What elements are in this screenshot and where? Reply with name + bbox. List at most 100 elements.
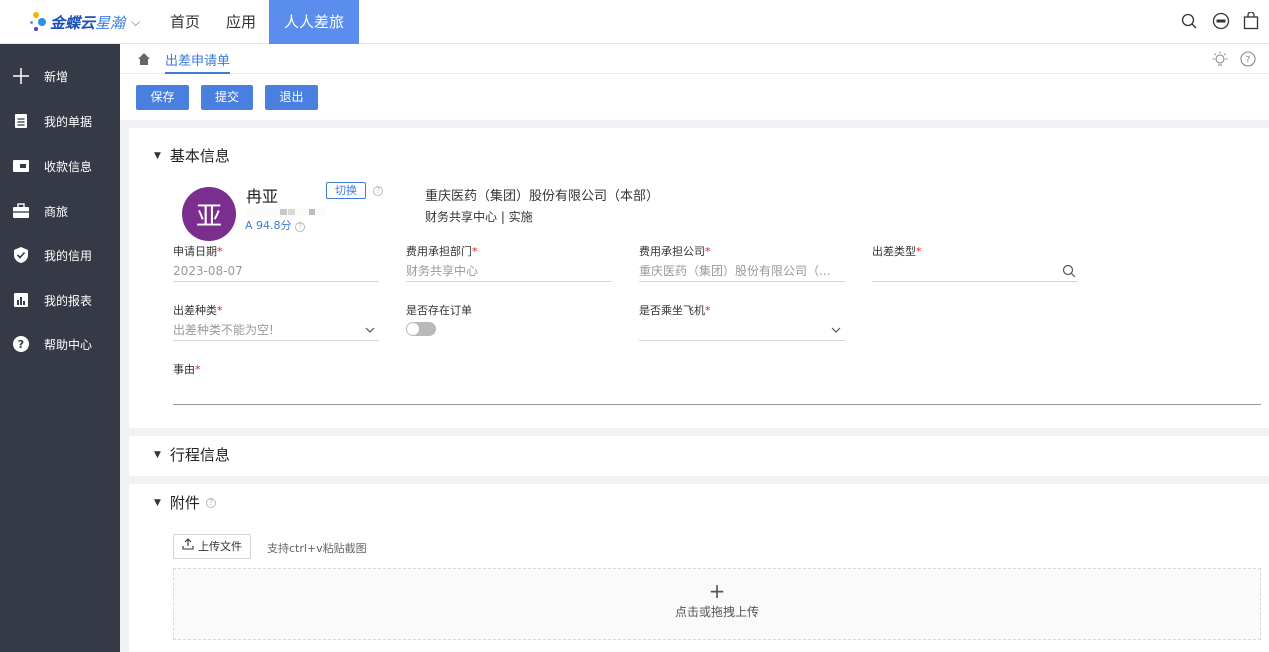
search-icon[interactable] <box>1181 12 1197 30</box>
sidebar-item-label: 商旅 <box>44 204 69 219</box>
svg-text:?: ? <box>1246 56 1251 66</box>
lightbulb-icon[interactable] <box>1212 51 1228 70</box>
basic-info-header[interactable]: ▼ 基本信息 <box>154 145 230 166</box>
nav-home[interactable]: 首页 <box>157 0 213 44</box>
sidebar-item-help-center[interactable]: ? 帮助中心 <box>0 329 120 359</box>
sidebar-item-new[interactable]: 新增 <box>0 61 120 91</box>
question-icon[interactable]: ? <box>205 497 216 508</box>
required-mark: * <box>705 245 711 258</box>
question-icon[interactable]: ? <box>373 186 383 196</box>
sidebar-item-payment-info[interactable]: 收款信息 <box>0 151 120 181</box>
apply-date-input[interactable]: 2023-08-07 <box>173 262 379 282</box>
top-actions <box>1181 11 1259 30</box>
itinerary-header[interactable]: ▼ 行程信息 <box>154 444 230 465</box>
required-mark: * <box>472 245 478 258</box>
has-order-toggle[interactable] <box>406 322 436 336</box>
field-label: 出差种类 <box>173 304 217 317</box>
sidebar-item-my-reports[interactable]: 我的报表 <box>0 285 120 315</box>
submit-button[interactable]: 提交 <box>201 85 253 110</box>
sidebar-item-label: 我的信用 <box>44 248 93 263</box>
basic-info-section: ▼ 基本信息 亚 冉亚 A 94.8分 ? 切换 ? 重庆医药（集团）股份有限公… <box>129 128 1269 428</box>
upload-icon <box>182 535 194 558</box>
required-mark: * <box>916 245 922 258</box>
field-label: 事由 <box>173 363 195 376</box>
required-mark: * <box>705 304 711 317</box>
by-plane-select[interactable] <box>639 321 845 341</box>
search-icon[interactable] <box>1062 264 1076 278</box>
apply-date-field: 申请日期* 2023-08-07 <box>173 243 379 282</box>
reason-field: 事由* <box>173 361 1261 405</box>
sidebar-item-label: 我的报表 <box>44 293 93 308</box>
upload-file-button[interactable]: 上传文件 <box>173 534 251 559</box>
sidebar-item-my-credit[interactable]: 我的信用 <box>0 240 120 270</box>
top-bar: 金蝶云 星瀚 ⌵ 首页 应用 人人差旅 <box>0 0 1269 44</box>
upload-file-label: 上传文件 <box>198 540 242 553</box>
cost-dept-field: 费用承担部门* 财务共享中心 <box>406 243 612 282</box>
trip-kind-error: 出差种类不能为空! <box>173 323 274 337</box>
breadcrumb-current-tab[interactable]: 出差申请单 <box>165 50 231 74</box>
wallet-icon <box>11 156 31 176</box>
trip-kind-field: 出差种类* 出差种类不能为空! <box>173 302 379 341</box>
attachments-section: ▼ 附件 ? 上传文件 支持ctrl+v粘贴截图 + 点击或拖拽上传 <box>129 484 1269 652</box>
field-label: 费用承担部门 <box>406 245 472 258</box>
bag-icon[interactable] <box>1243 11 1259 30</box>
required-mark: * <box>195 363 201 376</box>
svg-text:?: ? <box>18 338 24 351</box>
exit-button[interactable]: 退出 <box>265 85 318 110</box>
cost-company-field: 费用承担公司* 重庆医药（集团）股份有限公司（... <box>639 243 845 282</box>
help-icon: ? <box>11 334 31 354</box>
upload-hint: 支持ctrl+v粘贴截图 <box>267 542 367 555</box>
field-label: 出差类型 <box>872 245 916 258</box>
sidebar-item-label: 收款信息 <box>44 159 93 174</box>
toolbar: 保存 提交 退出 <box>120 74 1269 120</box>
cost-dept-input[interactable]: 财务共享中心 <box>406 262 612 282</box>
question-icon[interactable]: ? <box>295 222 306 232</box>
shield-check-icon <box>11 245 31 265</box>
credit-score: A 94.8分 ? <box>245 217 306 233</box>
briefcase-icon <box>11 201 31 221</box>
sidebar-item-label: 我的单据 <box>44 114 93 129</box>
trip-kind-select[interactable]: 出差种类不能为空! <box>173 321 379 341</box>
message-icon[interactable] <box>1212 12 1230 30</box>
sidebar-item-label: 新增 <box>44 69 69 84</box>
save-button[interactable]: 保存 <box>136 85 189 110</box>
chevron-down-icon <box>363 323 377 337</box>
collapse-triangle-icon: ▼ <box>154 497 161 508</box>
home-icon[interactable] <box>137 52 151 66</box>
field-label: 是否乘坐飞机 <box>639 304 705 317</box>
brand-name: 金蝶云 <box>50 13 96 32</box>
cost-company-input[interactable]: 重庆医药（集团）股份有限公司（... <box>639 262 845 282</box>
required-mark: * <box>217 245 223 258</box>
has-order-field: 是否存在订单 <box>406 302 612 336</box>
sidebar-item-my-docs[interactable]: 我的单据 <box>0 106 120 136</box>
chevron-down-icon[interactable]: ⌵ <box>131 15 140 30</box>
sidebar-item-label: 帮助中心 <box>44 337 93 352</box>
document-icon <box>11 111 31 131</box>
plus-icon: + <box>708 579 726 603</box>
brand-logo[interactable]: 金蝶云 星瀚 ⌵ <box>28 9 140 35</box>
itinerary-section: ▼ 行程信息 <box>129 436 1269 476</box>
nav-travel[interactable]: 人人差旅 <box>269 0 360 44</box>
report-icon <box>11 290 31 310</box>
collapse-triangle-icon: ▼ <box>154 150 161 161</box>
collapse-triangle-icon: ▼ <box>154 449 161 460</box>
field-label: 是否存在订单 <box>406 304 472 317</box>
attachments-header[interactable]: ▼ 附件 ? <box>154 492 216 513</box>
section-title: 附件 <box>169 494 200 512</box>
brand-name-suffix: 星瀚 <box>95 13 126 32</box>
sidebar-item-business-travel[interactable]: 商旅 <box>0 196 120 226</box>
nav-apps[interactable]: 应用 <box>213 0 269 44</box>
field-label: 申请日期 <box>173 245 217 258</box>
upload-dropzone[interactable]: + 点击或拖拽上传 <box>173 568 1261 640</box>
reason-input[interactable] <box>173 385 1261 405</box>
department-name: 财务共享中心 | 实施 <box>425 210 533 224</box>
avatar: 亚 <box>182 187 236 241</box>
switch-button[interactable]: 切换 <box>326 182 366 199</box>
section-title: 基本信息 <box>169 147 230 165</box>
help-icon[interactable]: ? <box>1240 51 1256 70</box>
trip-type-field: 出差类型* <box>872 243 1078 282</box>
company-name: 重庆医药（集团）股份有限公司（本部） <box>425 189 660 204</box>
credit-score-value: A 94.8分 <box>245 219 292 232</box>
field-label: 费用承担公司 <box>639 245 705 258</box>
trip-type-input[interactable] <box>872 262 1078 282</box>
